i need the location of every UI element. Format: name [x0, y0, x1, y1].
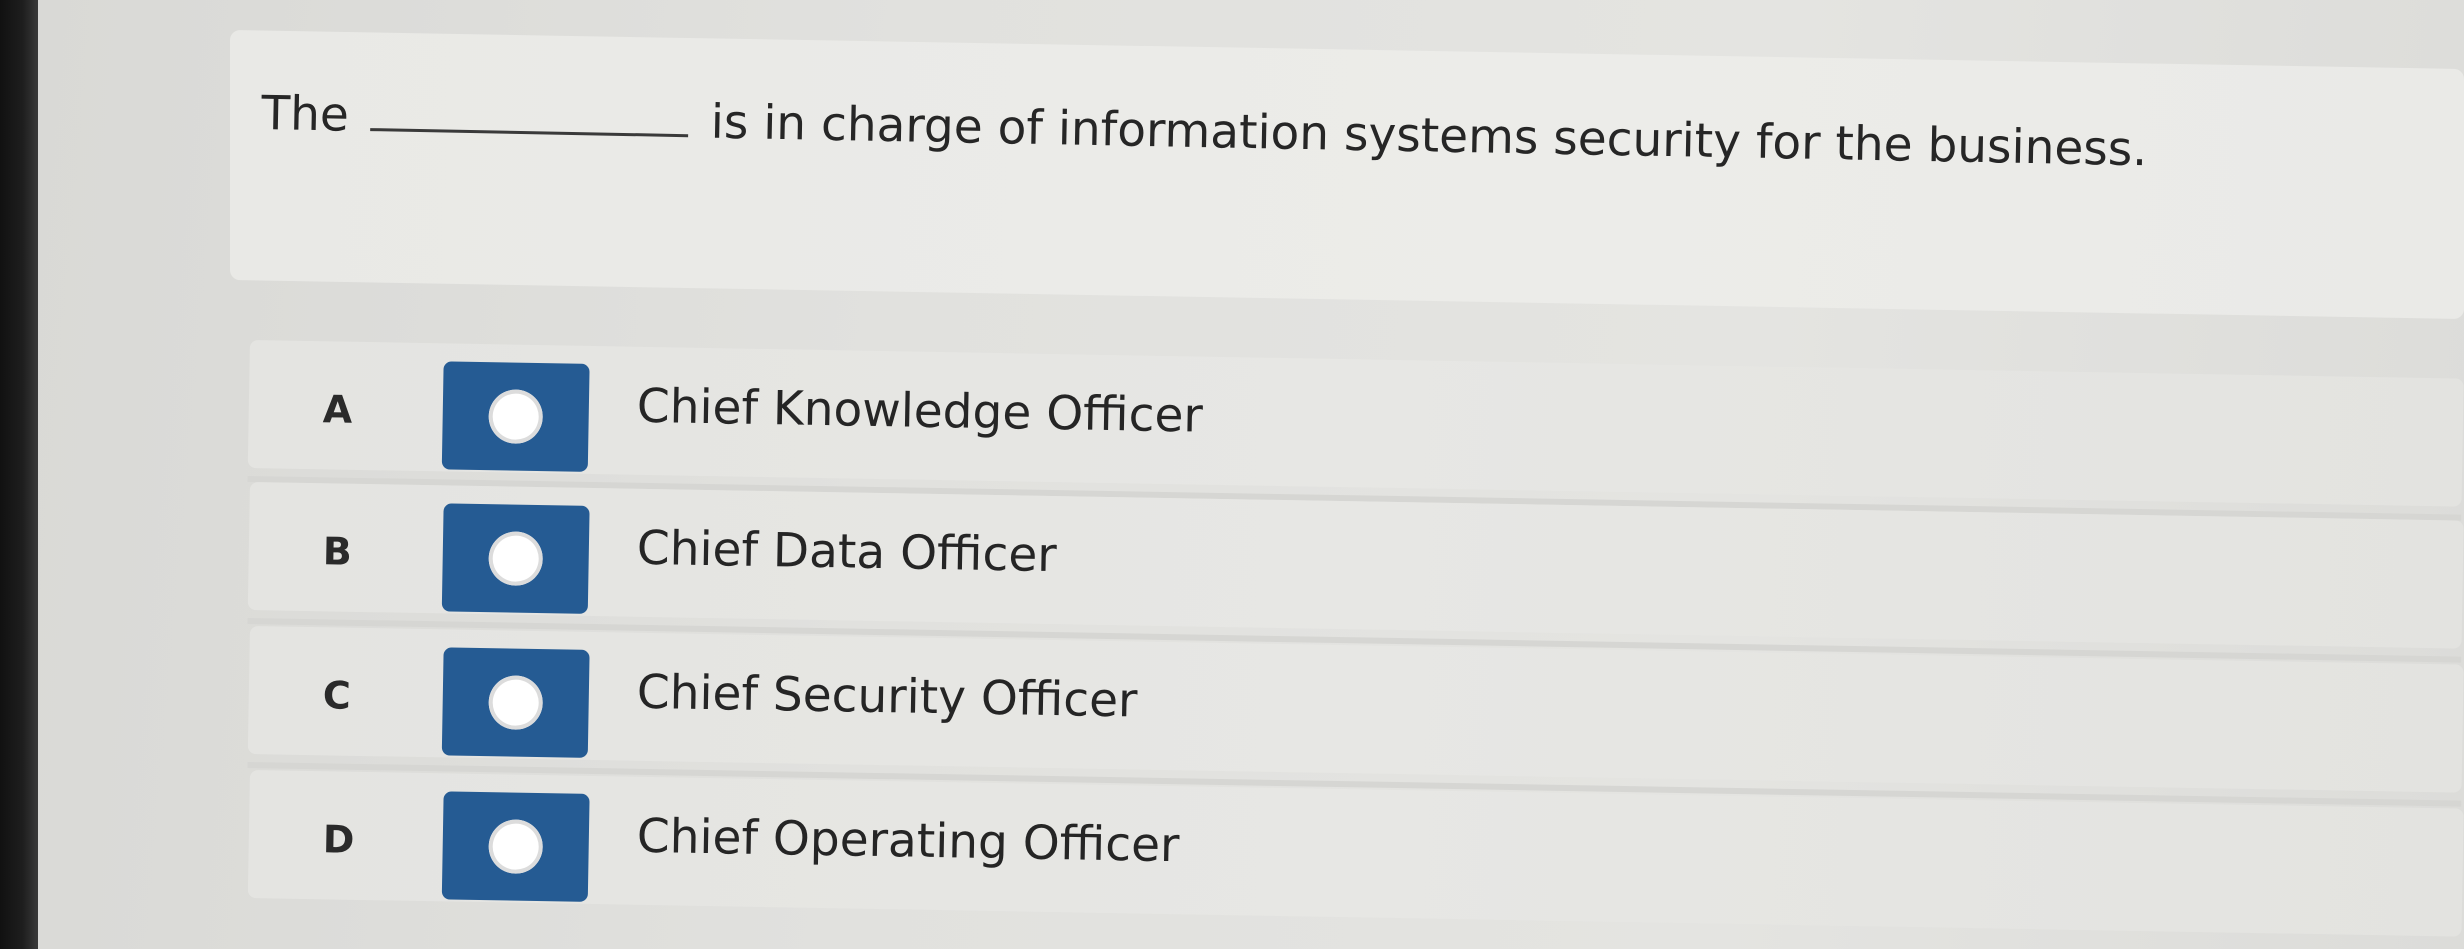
radio-circle-icon: [488, 531, 544, 587]
radio-circle-icon: [488, 819, 544, 875]
question-text-before: The: [260, 86, 350, 143]
radio-circle-icon: [488, 675, 544, 731]
radio-button-c[interactable]: [441, 647, 590, 758]
radio-button-d[interactable]: [441, 791, 590, 902]
option-label[interactable]: Chief Knowledge Officer: [636, 379, 1203, 444]
option-letter: D: [322, 817, 355, 862]
radio-circle-icon: [488, 389, 544, 445]
option-letter: C: [322, 673, 352, 718]
option-label[interactable]: Chief Data Officer: [636, 521, 1057, 583]
question-blank: [370, 118, 689, 138]
option-label[interactable]: Chief Security Officer: [636, 665, 1137, 729]
option-letter: B: [322, 529, 353, 574]
radio-button-a[interactable]: [441, 361, 590, 472]
screen-bezel: [0, 0, 38, 949]
option-label[interactable]: Chief Operating Officer: [636, 809, 1179, 873]
radio-button-b[interactable]: [441, 503, 590, 614]
option-letter: A: [322, 387, 353, 432]
